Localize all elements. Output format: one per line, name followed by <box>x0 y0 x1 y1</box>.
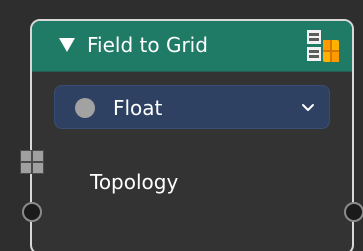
node-header[interactable]: Field to Grid <box>32 21 352 72</box>
data-type-label: Float <box>113 96 163 120</box>
node-editor-canvas: Field to Grid Float Topology <box>0 0 363 251</box>
left-socket[interactable] <box>22 202 42 222</box>
right-socket[interactable] <box>344 202 363 222</box>
node-title: Field to Grid <box>87 33 208 57</box>
float-dot-icon <box>75 98 95 118</box>
grid-square-socket-icon[interactable] <box>20 150 44 174</box>
grid-node-type-icon <box>307 30 339 62</box>
field-to-grid-node[interactable]: Field to Grid Float Topology <box>30 19 354 251</box>
topology-input-label: Topology <box>90 170 179 194</box>
chevron-down-icon <box>302 104 314 111</box>
data-type-dropdown[interactable]: Float <box>54 85 330 129</box>
collapse-triangle-icon[interactable] <box>59 38 75 52</box>
